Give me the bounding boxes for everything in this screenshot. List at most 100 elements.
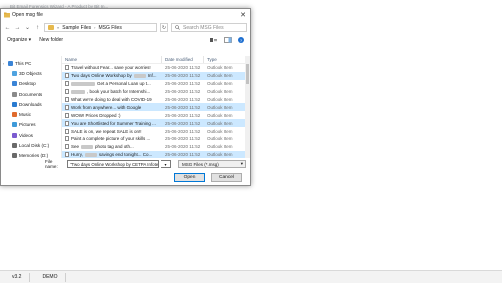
file-name: , book your batch for Internshi... [87, 89, 151, 95]
file-row[interactable]: What we're doing to deal with COVID-19 25… [62, 96, 250, 104]
breadcrumb-sample-files[interactable]: Sample Files [62, 25, 91, 31]
breadcrumb-msg-files[interactable]: MSG Files [98, 25, 121, 31]
up-arrow-icon[interactable]: ↑ [34, 25, 41, 31]
column-name[interactable]: Name [62, 56, 162, 63]
file-type-value: MSG Files (*.msg) [182, 161, 219, 167]
nav-item-label: Memories (D:) [19, 153, 49, 158]
folder-icon [12, 112, 17, 118]
scroll-thumb[interactable] [246, 64, 249, 84]
file-name-label: File name: [45, 159, 58, 169]
file-type: Outlook Item [207, 144, 233, 150]
nav-item[interactable]: Documents [1, 89, 61, 99]
file-name: WOW! Prices Dropped :) [71, 112, 121, 118]
dialog-buttons: Open Cancel [1, 173, 250, 183]
nav-item[interactable]: Downloads [1, 99, 61, 109]
nav-item[interactable]: › This PC [1, 58, 61, 68]
file-name-cell: Paint a complete picture of your skills … [62, 136, 162, 142]
file-type: Outlook Item [207, 152, 233, 158]
file-date: 25-06-2020 11:52 [165, 136, 201, 142]
file-list[interactable]: Name Date modified Type Travel without F… [62, 56, 250, 158]
help-icon[interactable]: ? [238, 37, 244, 43]
organize-menu[interactable]: Organize ▾ [7, 37, 31, 43]
file-name-cell: You are Shortlisted for Summer Training … [62, 120, 162, 126]
folder-icon [12, 91, 17, 97]
nav-item[interactable]: Desktop [1, 79, 61, 89]
open-button[interactable]: Open [174, 173, 205, 182]
navigation-pane[interactable]: › This PC 3D Objects Desktop Documents Downlo… [1, 56, 62, 158]
folder-icon [8, 60, 13, 66]
column-date-modified[interactable]: Date modified [162, 56, 204, 63]
address-bar[interactable]: « Sample Files › MSG Files [44, 23, 157, 32]
file-row[interactable]: See photo tag and oth... 25-06-2020 11:52 O… [62, 143, 250, 151]
folder-icon [12, 132, 17, 138]
file-name-cell: Hurry, savings end tonight... Co... [62, 152, 162, 158]
dialog-content: › This PC 3D Objects Desktop Documents Downlo… [1, 56, 250, 158]
refresh-icon[interactable]: ↻ [160, 23, 168, 32]
chevron-down-icon[interactable]: ⌄ [24, 24, 31, 31]
vertical-scrollbar[interactable] [245, 56, 250, 158]
nav-item[interactable]: Music [1, 109, 61, 119]
search-icon [175, 25, 180, 30]
file-icon [65, 81, 69, 87]
nav-item[interactable]: Pictures [1, 120, 61, 130]
file-date: 25-06-2020 11:52 [165, 128, 201, 134]
search-placeholder: Search MSG Files [183, 24, 224, 31]
new-folder-button[interactable]: New folder [39, 37, 63, 43]
file-row[interactable]: You are Shortlisted for Summer Training … [62, 119, 250, 128]
file-row[interactable]: Work from anywhere... with Google 25-06-2… [62, 103, 250, 112]
preview-pane-icon[interactable] [224, 37, 232, 43]
chevron-down-icon[interactable]: ▾ [161, 160, 171, 168]
breadcrumb-separator-icon: › [94, 25, 96, 30]
nav-item[interactable]: Local Disk (C:) [1, 140, 61, 150]
open-file-dialog: Open msg file ✕ ← → ⌄ ↑ « Sample Files ›… [0, 8, 251, 186]
redacted-text [71, 89, 85, 94]
file-name-cell: Get a Personal Loan up t... [62, 81, 162, 87]
file-row[interactable]: Get a Personal Loan up t... 25-06-2020 11… [62, 80, 250, 88]
file-row[interactable]: WOW! Prices Dropped :) 25-06-2020 11:52 Ou… [62, 111, 250, 119]
file-row[interactable]: SALE is on, we repeat SALE is on!! 25-06-… [62, 127, 250, 135]
file-name-cell: See photo tag and oth... [62, 144, 162, 150]
file-icon [65, 144, 69, 150]
file-date: 25-06-2020 11:52 [165, 112, 201, 118]
file-date: 25-06-2020 11:52 [165, 97, 201, 102]
dialog-titlebar: Open msg file ✕ [1, 9, 250, 20]
status-bar: v3.2 DEMO [0, 270, 502, 283]
folder-icon [12, 122, 17, 128]
file-name: What we're doing to deal with COVID-19 [71, 97, 152, 102]
folder-icon [12, 70, 17, 76]
file-date: 25-06-2020 11:52 [165, 81, 201, 87]
column-type[interactable]: Type [204, 56, 239, 63]
file-row[interactable]: Hurry, savings end tonight... Co... 25-06-… [62, 150, 250, 158]
file-name-suffix: Inf... [147, 73, 157, 79]
close-icon[interactable]: ✕ [236, 10, 250, 20]
nav-item[interactable]: Memories (D:) [1, 151, 61, 158]
file-icon [65, 112, 69, 118]
file-type-select[interactable]: MSG Files (*.msg) ▾ [178, 160, 246, 168]
chevron-down-icon: ▾ [240, 161, 243, 166]
file-name: Get a Personal Loan up t... [97, 81, 151, 87]
address-row: ← → ⌄ ↑ « Sample Files › MSG Files ↻ Sea… [1, 20, 250, 35]
forward-arrow-icon[interactable]: → [14, 25, 21, 31]
file-name-suffix: photo tag and oth... [95, 144, 134, 150]
dialog-toolbar: Organize ▾ New folder ? [1, 35, 250, 45]
file-name-input[interactable]: "Two days Online Workshop by CETPA Infot… [67, 160, 159, 168]
file-type: Outlook Item [207, 128, 233, 134]
file-icon [65, 120, 69, 126]
cancel-button[interactable]: Cancel [211, 173, 242, 182]
file-name-cell: Travel without Fear... save your worries… [62, 65, 162, 71]
view-options-icon[interactable] [210, 37, 218, 43]
file-row[interactable]: , book your batch for Internshi... 25-06-… [62, 88, 250, 96]
chevron-right-icon[interactable]: › [1, 61, 6, 66]
nav-item[interactable]: 3D Objects [1, 68, 61, 78]
redacted-text [133, 73, 146, 78]
nav-item-label: 3D Objects [19, 70, 42, 76]
nav-item[interactable]: Videos [1, 130, 61, 140]
file-row[interactable]: Paint a complete picture of your skills … [62, 135, 250, 143]
file-icon [65, 104, 69, 110]
file-name-suffix: savings end tonight... Co... [98, 152, 153, 158]
file-row[interactable]: Two days Online Workshop by Inf... 25-06-2… [62, 71, 250, 80]
file-name-row: File name: "Two days Online Workshop by … [1, 159, 250, 169]
back-arrow-icon[interactable]: ← [4, 25, 11, 31]
search-input[interactable]: Search MSG Files [171, 23, 247, 32]
file-row[interactable]: Travel without Fear... save your worries… [62, 64, 250, 72]
